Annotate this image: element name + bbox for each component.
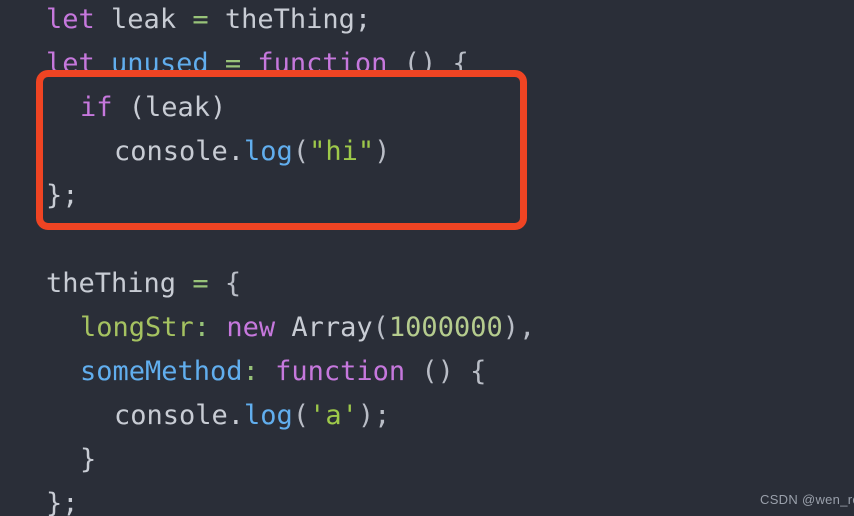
- code-line[interactable]: someMethod: function () {: [0, 350, 854, 394]
- code-token-function: log: [244, 136, 293, 167]
- code-line[interactable]: let unused = function () {: [0, 42, 854, 86]
- code-token-operator: =: [192, 268, 209, 299]
- code-token-keyword: new: [226, 312, 276, 343]
- code-token-punct: (: [372, 312, 389, 343]
- code-token-punct: ): [374, 136, 391, 167]
- code-line[interactable]: longStr: new Array(1000000),: [0, 306, 854, 350]
- code-token-plain: Array: [291, 312, 373, 343]
- code-screenshot: let leak = theThing; let unused = functio…: [0, 0, 854, 516]
- code-token-plain: }: [80, 444, 97, 475]
- code-token-keyword: let: [46, 48, 95, 79]
- code-token-keyword: let: [46, 4, 95, 35]
- code-editor-surface[interactable]: let leak = theThing; let unused = functio…: [0, 0, 854, 516]
- watermark-label: CSDN @wen_rc: [760, 492, 854, 507]
- code-token-string: "hi": [309, 136, 375, 167]
- code-token-operator: =: [192, 4, 209, 35]
- code-token-plain: console.: [114, 136, 245, 167]
- code-token-keyword: function: [275, 356, 406, 387]
- code-token-plain: console.: [114, 400, 245, 431]
- code-line[interactable]: console.log("hi"): [0, 130, 854, 174]
- code-line[interactable]: console.log('a');: [0, 394, 854, 438]
- code-line[interactable]: };: [0, 174, 854, 218]
- code-token-number: 1000000: [388, 312, 503, 343]
- code-token-punct: );: [357, 400, 391, 431]
- code-line[interactable]: };: [0, 482, 854, 516]
- code-token-variable: someMethod: [80, 356, 243, 387]
- code-token-plain: };: [46, 180, 79, 211]
- code-token-plain: };: [46, 488, 79, 516]
- code-token-string: 'a': [309, 400, 358, 431]
- code-token-punct: ),: [502, 312, 536, 343]
- code-token-punct: (: [292, 136, 310, 167]
- code-token-colon: :: [193, 312, 211, 343]
- code-token-keyword: function: [257, 48, 388, 79]
- code-line[interactable]: theThing = {: [0, 262, 854, 306]
- code-token-punct: () {: [403, 48, 469, 79]
- code-token-operator: =: [224, 48, 242, 79]
- code-token-plain: leak: [111, 4, 177, 35]
- code-token-plain: theThing;: [224, 4, 372, 35]
- code-token-function: log: [244, 400, 293, 431]
- code-token-variable: unused: [111, 48, 209, 79]
- code-token-keyword: if: [80, 92, 113, 123]
- code-token-colon: :: [242, 356, 259, 387]
- code-token-plain: (leak): [128, 92, 227, 123]
- code-line[interactable]: let leak = theThing;: [0, 0, 854, 42]
- code-token-punct: () {: [421, 356, 487, 387]
- code-token-punct: (: [292, 400, 310, 431]
- code-token-plain: theThing: [46, 268, 177, 299]
- code-token-punct: {: [224, 268, 242, 299]
- code-token-property: longStr: [80, 312, 194, 343]
- code-line[interactable]: [0, 218, 854, 262]
- code-line[interactable]: }: [0, 438, 854, 482]
- code-line[interactable]: if (leak): [0, 86, 854, 130]
